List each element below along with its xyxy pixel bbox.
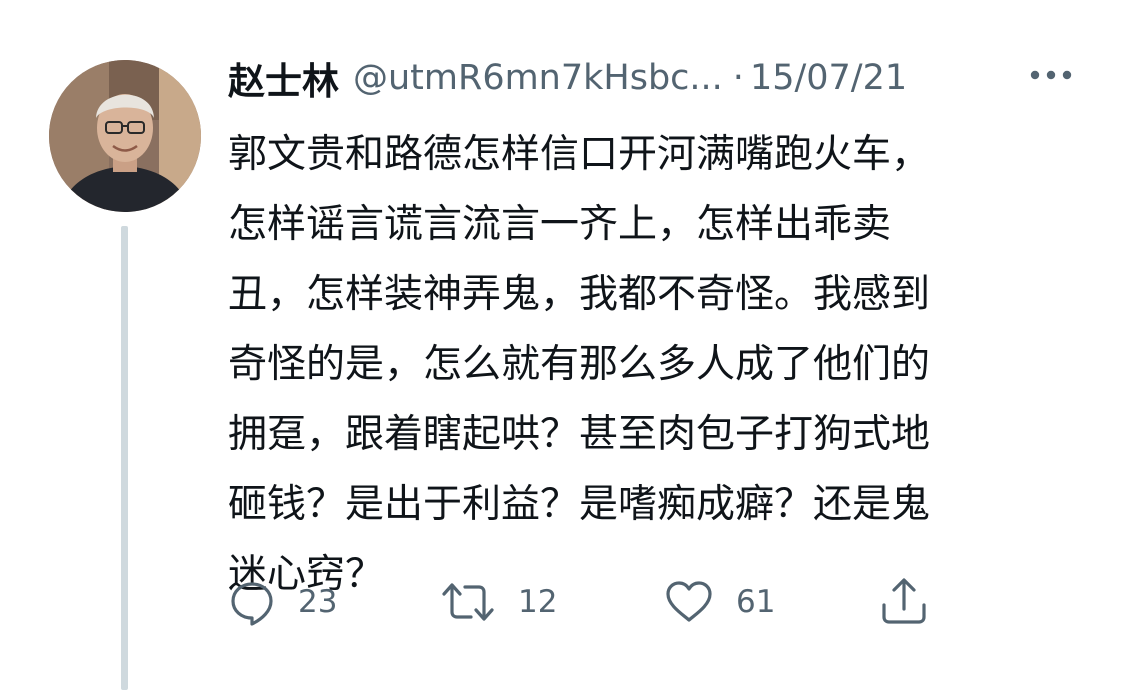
display-name[interactable]: 赵士林: [228, 51, 339, 105]
thread-connector-line: [121, 226, 128, 690]
retweet-arrows-icon: [442, 583, 494, 621]
retweet-count: 12: [518, 584, 558, 620]
retweet-button[interactable]: 12: [440, 572, 557, 632]
share-upload-icon: [882, 578, 926, 624]
reply-count: 23: [298, 584, 338, 620]
tweet-actions: 23 12 61: [228, 572, 988, 632]
like-button[interactable]: 61: [664, 572, 775, 632]
like-count: 61: [736, 584, 776, 620]
avatar[interactable]: [49, 60, 201, 212]
share-button[interactable]: [878, 572, 930, 632]
more-horizontal-icon: [1030, 70, 1072, 80]
header-separator: ·: [732, 58, 744, 98]
tweet-date[interactable]: 15/07/21: [750, 58, 907, 98]
reply-button[interactable]: 23: [228, 572, 337, 632]
more-options-button[interactable]: [1026, 58, 1076, 92]
user-handle[interactable]: @utmR6mn7kHsbc...: [353, 58, 723, 98]
tweet-header: 赵士林 @utmR6mn7kHsbc... · 15/07/21: [228, 50, 1088, 106]
speech-bubble-icon: [231, 582, 273, 626]
avatar-photo: [49, 60, 201, 212]
heart-icon: [666, 581, 712, 622]
tweet-text: 郭文贵和路德怎样信口开河满嘴跑火车， 怎样谣言谎言流言一齐上，怎样出乖卖 丑，怎…: [228, 132, 931, 597]
